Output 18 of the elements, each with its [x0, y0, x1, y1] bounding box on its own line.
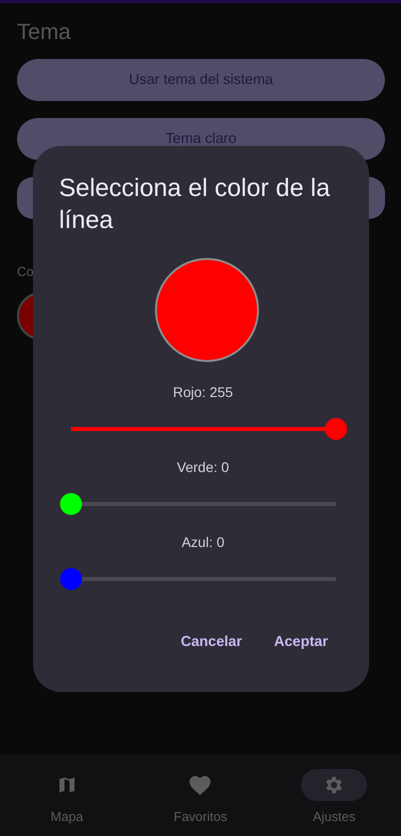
map-icon: [56, 775, 77, 795]
dialog-title: Selecciona el color de la línea: [59, 173, 331, 236]
slider-thumb[interactable]: [324, 418, 346, 440]
button-edge[interactable]: [369, 177, 385, 219]
slider-thumb[interactable]: [60, 493, 82, 515]
slider-thumb[interactable]: [60, 568, 82, 590]
nav-tab[interactable]: Favoritos: [140, 755, 260, 836]
heart-icon: [188, 774, 212, 796]
slider-label: Rojo: 255: [173, 383, 233, 401]
section-title: Co: [17, 263, 34, 281]
section-title: Tema: [17, 18, 72, 46]
nav-tab[interactable]: Mapa: [6, 755, 127, 836]
nav-tab[interactable]: Ajustes: [274, 755, 394, 836]
slider-label: Verde: 0: [176, 458, 230, 476]
slider-label: Azul: 0: [182, 533, 224, 551]
button-edge[interactable]: [17, 177, 33, 219]
dialog-button[interactable]: Cancelar: [170, 628, 252, 656]
dialog-button[interactable]: Aceptar: [264, 628, 338, 656]
